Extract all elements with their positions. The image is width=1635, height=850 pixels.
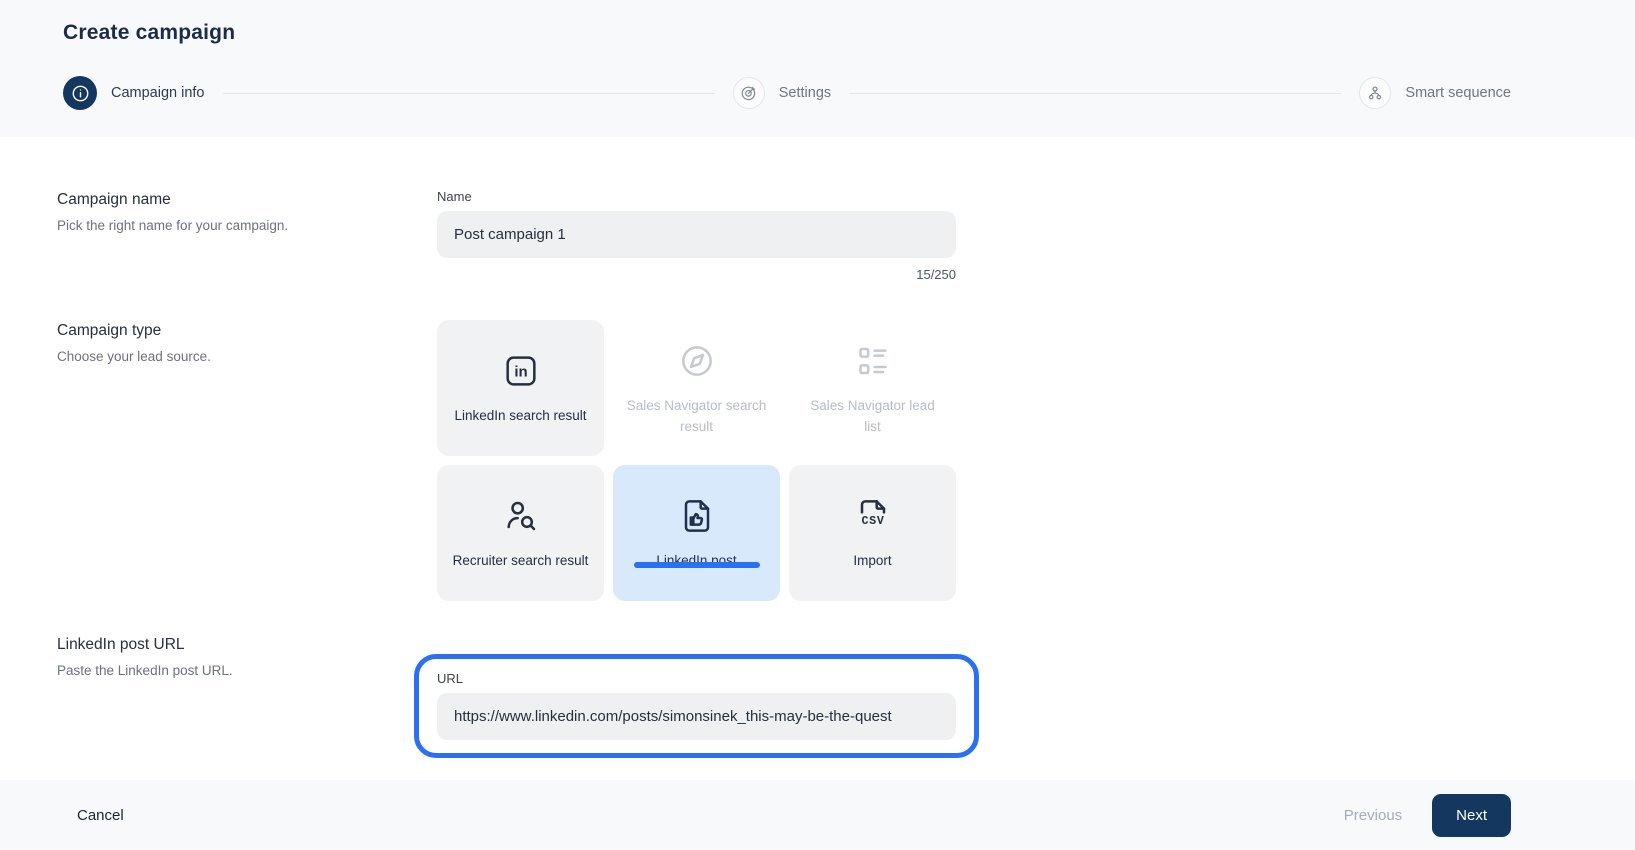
header: Create campaign Campaign info: [0, 0, 1635, 137]
footer: Cancel Previous Next: [0, 780, 1635, 850]
campaign-type-subtitle: Choose your lead source.: [57, 349, 437, 364]
next-button[interactable]: Next: [1432, 794, 1511, 837]
step-smart-sequence[interactable]: Smart sequence: [1359, 77, 1511, 109]
post-url-subtitle: Paste the LinkedIn post URL.: [57, 663, 437, 678]
tile-recruiter-search-result[interactable]: Recruiter search result: [437, 465, 604, 601]
tile-import[interactable]: CSV Import: [789, 465, 956, 601]
step-label: Settings: [779, 85, 831, 101]
post-url-title: LinkedIn post URL: [57, 636, 437, 654]
previous-button[interactable]: Previous: [1344, 807, 1402, 824]
main-content: Campaign name Pick the right name for yo…: [0, 137, 1635, 753]
tile-linkedin-post[interactable]: LinkedIn post: [613, 465, 780, 601]
stepper: Campaign info Settings: [63, 76, 1511, 110]
page-title: Create campaign: [63, 21, 1511, 45]
post-thumbs-up-icon: [675, 494, 719, 538]
url-highlight-ring: URL: [414, 654, 979, 758]
stepper-divider: [849, 93, 1341, 94]
campaign-type-title: Campaign type: [57, 322, 437, 340]
url-field-label: URL: [437, 671, 956, 686]
selected-indicator: [634, 562, 760, 568]
post-url-input[interactable]: [437, 693, 956, 740]
svg-text:CSV: CSV: [861, 514, 884, 528]
tile-label: Sales Navigator lead list: [801, 396, 944, 437]
hierarchy-icon: [1359, 77, 1391, 109]
target-icon: [733, 77, 765, 109]
linkedin-icon: in: [499, 349, 543, 393]
tile-label: Sales Navigator search result: [625, 396, 768, 437]
char-counter: 15/250: [437, 267, 956, 282]
list-check-icon: [851, 339, 895, 383]
csv-file-icon: CSV: [851, 494, 895, 538]
step-settings[interactable]: Settings: [733, 77, 831, 109]
svg-text:in: in: [514, 364, 527, 381]
tile-label: Recruiter search result: [453, 551, 589, 571]
step-campaign-info[interactable]: Campaign info: [63, 76, 205, 110]
campaign-name-input[interactable]: [437, 211, 956, 258]
tile-label: LinkedIn search result: [454, 406, 586, 426]
campaign-name-subtitle: Pick the right name for your campaign.: [57, 218, 437, 233]
cancel-button[interactable]: Cancel: [77, 807, 124, 824]
campaign-name-section: Campaign name Pick the right name for yo…: [57, 189, 1635, 282]
linkedin-post-url-section: LinkedIn post URL Paste the LinkedIn pos…: [57, 634, 1635, 758]
tile-label: Import: [853, 551, 891, 571]
info-icon: [63, 76, 97, 110]
stepper-divider: [223, 93, 715, 94]
step-label: Smart sequence: [1405, 85, 1511, 101]
step-label: Campaign info: [111, 85, 205, 101]
campaign-type-grid: in LinkedIn search result Sales Navigato…: [437, 320, 956, 601]
person-search-icon: [499, 494, 543, 538]
tile-sales-navigator-lead-list: Sales Navigator lead list: [789, 320, 956, 456]
campaign-name-title: Campaign name: [57, 191, 437, 209]
tile-linkedin-search-result[interactable]: in LinkedIn search result: [437, 320, 604, 456]
compass-icon: [675, 339, 719, 383]
tile-sales-navigator-search-result: Sales Navigator search result: [613, 320, 780, 456]
campaign-type-section: Campaign type Choose your lead source. i…: [57, 320, 1635, 601]
name-field-label: Name: [437, 189, 956, 204]
